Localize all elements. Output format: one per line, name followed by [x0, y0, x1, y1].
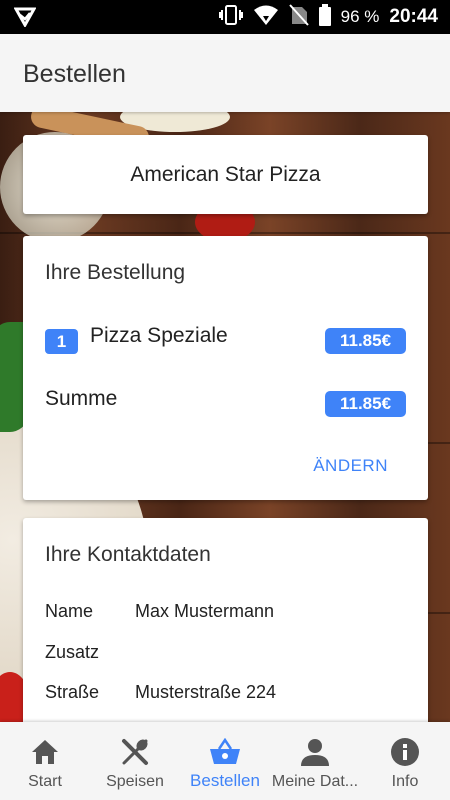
order-item-price: 11.85€: [325, 328, 406, 354]
nav-item-info[interactable]: Info: [360, 722, 450, 800]
nav-label: Speisen: [106, 773, 164, 790]
order-sum-row: Summe 11.85€: [45, 387, 406, 417]
nav-label: Bestellen: [190, 771, 260, 790]
wifi-icon: [253, 4, 279, 31]
contact-label: Name: [45, 601, 94, 621]
home-icon: [30, 737, 60, 767]
info-icon: [390, 737, 420, 767]
order-item-name: Pizza Speziale: [90, 324, 228, 347]
nav-label: Meine Dat...: [271, 773, 359, 790]
nav-item-meine-daten[interactable]: Meine Dat...: [270, 722, 360, 800]
nav-item-bestellen[interactable]: Bestellen: [180, 722, 270, 800]
contact-row-street: Straße Musterstraße 224: [45, 682, 405, 706]
contact-value: Max Mustermann: [135, 601, 275, 621]
contact-row-zusatz: Zusatz: [45, 642, 405, 666]
restaurant-name: American Star Pizza: [130, 162, 321, 186]
page-title: Bestellen: [23, 60, 126, 88]
nav-label: Start: [28, 773, 62, 790]
nav-item-start[interactable]: Start: [0, 722, 90, 800]
restaurant-card: American Star Pizza: [23, 135, 428, 214]
battery-icon: [318, 3, 331, 31]
app-bar: Bestellen: [0, 34, 450, 112]
cutlery-icon: [120, 737, 150, 767]
clock: 20:44: [389, 6, 438, 27]
contact-row-name: Name Max Mustermann: [45, 601, 405, 625]
quantity-badge: 1: [45, 329, 78, 354]
basket-icon: [209, 737, 241, 767]
app-notification-icon: [13, 7, 37, 32]
change-order-button[interactable]: ÄNDERN: [313, 456, 388, 476]
contact-value: Musterstraße 224: [135, 682, 277, 702]
contact-card: Ihre Kontaktdaten Name Max Mustermann Zu…: [23, 518, 428, 748]
contact-label: Straße: [45, 682, 100, 702]
battery-percent: 96 %: [340, 7, 380, 26]
no-sim-icon: [288, 3, 309, 31]
sum-price: 11.85€: [325, 391, 406, 417]
nav-label: Info: [391, 773, 419, 790]
vibrate-icon: [218, 4, 243, 31]
order-card: Ihre Bestellung 1 Pizza Speziale 11.85€ …: [23, 236, 428, 500]
sum-label: Summe: [45, 387, 118, 410]
contact-label: Zusatz: [45, 642, 100, 662]
person-icon: [300, 737, 330, 767]
order-item-row: 1 Pizza Speziale 11.85€: [45, 324, 406, 354]
nav-item-speisen[interactable]: Speisen: [90, 722, 180, 800]
order-heading: Ihre Bestellung: [45, 261, 186, 284]
contact-heading: Ihre Kontaktdaten: [45, 543, 211, 566]
status-bar: 96 % 20:44: [0, 0, 450, 34]
bottom-navigation: Start Speisen Bestellen Meine Dat... Inf…: [0, 722, 450, 800]
